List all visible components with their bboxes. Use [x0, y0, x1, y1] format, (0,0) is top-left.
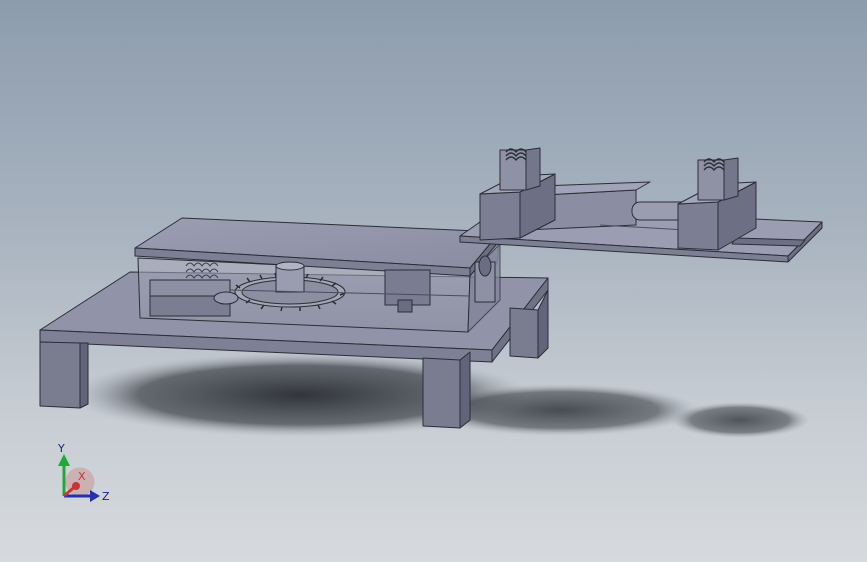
z-axis-label: Z [102, 490, 110, 503]
coordinate-triad[interactable]: Y X Z [48, 440, 118, 510]
left-clamp[interactable] [479, 147, 556, 241]
y-axis-label: Y [57, 442, 65, 455]
graphics-viewport[interactable]: Y X Z [0, 0, 867, 562]
x-axis-label: X [78, 470, 86, 483]
3d-model-scene[interactable] [0, 0, 867, 562]
